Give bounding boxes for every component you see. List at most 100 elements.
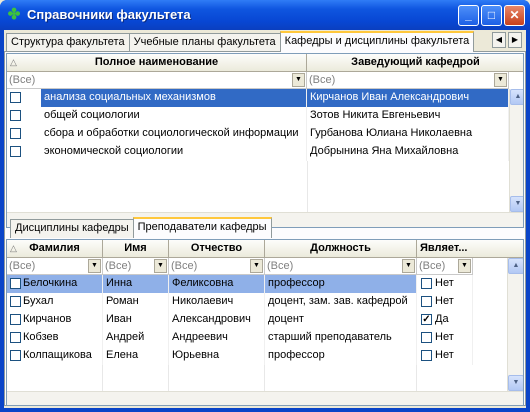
dropdown-arrow-icon[interactable]: ▼ <box>494 73 507 87</box>
window-client: Структура факультета Учебные планы факул… <box>4 30 526 408</box>
title-bar[interactable]: ✤ Справочники факультета _ □ ✕ <box>0 0 530 30</box>
column-header-label: Отчество <box>190 242 243 254</box>
cell-patronymic: Николаевич <box>169 293 265 311</box>
cell-last-name: Бухал <box>7 293 103 311</box>
horizontal-scrollbar[interactable] <box>7 391 523 405</box>
is-head-checkbox[interactable] <box>421 332 432 343</box>
is-head-checkbox[interactable] <box>421 278 432 289</box>
cell-patronymic: Александрович <box>169 311 265 329</box>
scroll-up-button[interactable]: ▲ <box>508 258 523 274</box>
tab-departments[interactable]: Кафедры и дисциплины факультета <box>279 31 475 52</box>
is-head-checkbox[interactable]: ✓ <box>421 314 432 325</box>
sub-tab-strip: Дисциплины кафедры Преподаватели кафедры <box>10 217 272 238</box>
departments-grid: △ Полное наименование Заведующий кафедро… <box>6 53 524 228</box>
row-checkbox[interactable] <box>10 278 21 289</box>
dropdown-arrow-icon[interactable]: ▼ <box>154 259 167 273</box>
cell-full-name: общей социологии <box>41 107 307 125</box>
table-row[interactable]: Кобзев Андрей Андреевич старший преподав… <box>7 329 473 347</box>
filter-value: (Все) <box>9 74 36 86</box>
column-header-is-head[interactable]: Являет... <box>417 240 523 258</box>
dropdown-arrow-icon[interactable]: ▼ <box>250 259 263 273</box>
table-row[interactable]: общей социологии Зотов Никита Евгеньевич <box>7 107 509 125</box>
table-row[interactable]: Бухал Роман Николаевич доцент, зам. зав.… <box>7 293 473 311</box>
vertical-scrollbar[interactable]: ▲ ▼ <box>507 258 523 391</box>
cell-first-name: Иван <box>103 311 169 329</box>
cell-last-name: Кобзев <box>7 329 103 347</box>
tab-scroll-left-button[interactable]: ◀ <box>492 32 506 48</box>
column-header-full-name[interactable]: △ Полное наименование <box>7 54 307 72</box>
filter-value: (Все) <box>309 74 336 86</box>
table-row[interactable]: анализа социальных механизмов Кирчанов И… <box>7 89 509 107</box>
column-header-position[interactable]: Должность <box>265 240 417 258</box>
checkmark-icon: ✓ <box>422 314 431 325</box>
close-icon: ✕ <box>509 8 520 22</box>
cell-first-name: Инна <box>103 275 169 293</box>
row-checkbox[interactable] <box>10 92 21 103</box>
row-checkbox[interactable] <box>10 146 21 157</box>
cell-position: профессор <box>265 275 417 293</box>
filter-patronymic[interactable]: (Все) ▼ <box>169 258 265 275</box>
column-header-department-head[interactable]: Заведующий кафедрой <box>307 54 523 72</box>
dropdown-arrow-icon[interactable]: ▼ <box>88 259 101 273</box>
filter-full-name[interactable]: (Все) ▼ <box>7 72 307 89</box>
table-row[interactable]: Кирчанов Иван Александрович доцент Да ✓ <box>7 311 473 329</box>
cell-department-head: Кирчанов Иван Александрович <box>307 89 509 107</box>
tab-scroll-right-button[interactable]: ▶ <box>508 32 522 48</box>
dropdown-arrow-icon[interactable]: ▼ <box>292 73 305 87</box>
column-header-label: Фамилия <box>29 242 80 254</box>
row-checkbox[interactable] <box>10 314 21 325</box>
table-row[interactable]: Белочкина Инна Феликсовна профессор Нет <box>7 275 473 293</box>
close-button[interactable]: ✕ <box>504 5 525 26</box>
scroll-down-button[interactable]: ▼ <box>510 196 523 212</box>
row-checkbox[interactable] <box>10 296 21 307</box>
cell-patronymic: Юрьевна <box>169 347 265 365</box>
filter-department-head[interactable]: (Все) ▼ <box>307 72 509 89</box>
cell-department-head: Добрынина Яна Михайловна <box>307 143 509 161</box>
cell-last-name: Колпащикова <box>7 347 103 365</box>
top-tab-strip: Структура факультета Учебные планы факул… <box>6 31 475 52</box>
filter-position[interactable]: (Все) ▼ <box>265 258 417 275</box>
scroll-up-button[interactable]: ▲ <box>510 89 523 105</box>
row-checkbox[interactable] <box>10 128 21 139</box>
column-divider <box>307 161 308 212</box>
cell-full-name: экономической социологии <box>41 143 307 161</box>
maximize-button[interactable]: □ <box>481 5 502 26</box>
tab-department-disciplines[interactable]: Дисциплины кафедры <box>10 219 134 238</box>
dropdown-arrow-icon[interactable]: ▼ <box>402 259 415 273</box>
filter-is-head[interactable]: (Все) ▼ <box>417 258 473 275</box>
column-header-label: Заведующий кафедрой <box>351 56 480 68</box>
column-header-label: Имя <box>124 242 147 254</box>
table-row[interactable]: Колпащикова Елена Юрьевна профессор Нет <box>7 347 473 365</box>
table-row[interactable]: экономической социологии Добрынина Яна М… <box>7 143 509 161</box>
cell-position: старший преподаватель <box>265 329 417 347</box>
filter-value: (Все) <box>105 260 132 272</box>
leaf-icon: ✤ <box>7 6 21 23</box>
sort-triangle-icon: △ <box>10 243 17 253</box>
tab-structure[interactable]: Структура факультета <box>6 33 130 52</box>
dropdown-arrow-icon[interactable]: ▼ <box>458 259 471 273</box>
vertical-scrollbar[interactable]: ▲ ▼ <box>509 89 523 212</box>
column-header-patronymic[interactable]: Отчество <box>169 240 265 258</box>
tab-department-teachers[interactable]: Преподаватели кафедры <box>132 217 272 238</box>
minimize-button[interactable]: _ <box>458 5 479 26</box>
column-header-first-name[interactable]: Имя <box>103 240 169 258</box>
column-header-last-name[interactable]: △ Фамилия <box>7 240 103 258</box>
chevron-left-icon: ◀ <box>495 35 503 44</box>
teachers-grid: △ Фамилия Имя Отчество Должность Являет.… <box>6 239 524 406</box>
filter-last-name[interactable]: (Все) ▼ <box>7 258 103 275</box>
maximize-icon: □ <box>487 8 496 22</box>
cell-position: профессор <box>265 347 417 365</box>
table-row[interactable]: сбора и обработки социологической информ… <box>7 125 509 143</box>
row-checkbox[interactable] <box>10 332 21 343</box>
cell-position: доцент, зам. зав. кафедрой <box>265 293 417 311</box>
is-head-checkbox[interactable] <box>421 350 432 361</box>
row-checkbox[interactable] <box>10 110 21 121</box>
row-checkbox[interactable] <box>10 350 21 361</box>
filter-first-name[interactable]: (Все) ▼ <box>103 258 169 275</box>
empty-grid-area <box>7 365 473 391</box>
tab-study-plans[interactable]: Учебные планы факультета <box>128 33 281 52</box>
cell-last-name: Кирчанов <box>7 311 103 329</box>
is-head-checkbox[interactable] <box>421 296 432 307</box>
scroll-down-button[interactable]: ▼ <box>508 375 523 391</box>
cell-position: доцент <box>265 311 417 329</box>
